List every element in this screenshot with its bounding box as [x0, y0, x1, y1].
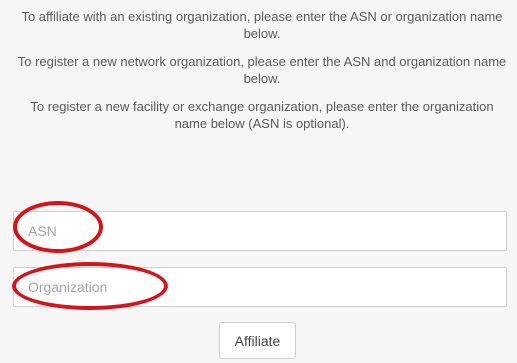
asn-input[interactable] — [13, 211, 507, 251]
affiliate-button[interactable]: Affiliate — [219, 322, 296, 359]
instruction-register-network: To register a new network organization, … — [17, 54, 507, 86]
instruction-affiliate-existing: To affiliate with an existing organizati… — [21, 9, 503, 41]
instruction-register-facility: To register a new facility or exchange o… — [30, 99, 494, 131]
instructions: To affiliate with an existing organizati… — [14, 8, 510, 143]
organization-input[interactable] — [13, 267, 507, 307]
affiliation-panel: To affiliate with an existing organizati… — [0, 0, 517, 363]
